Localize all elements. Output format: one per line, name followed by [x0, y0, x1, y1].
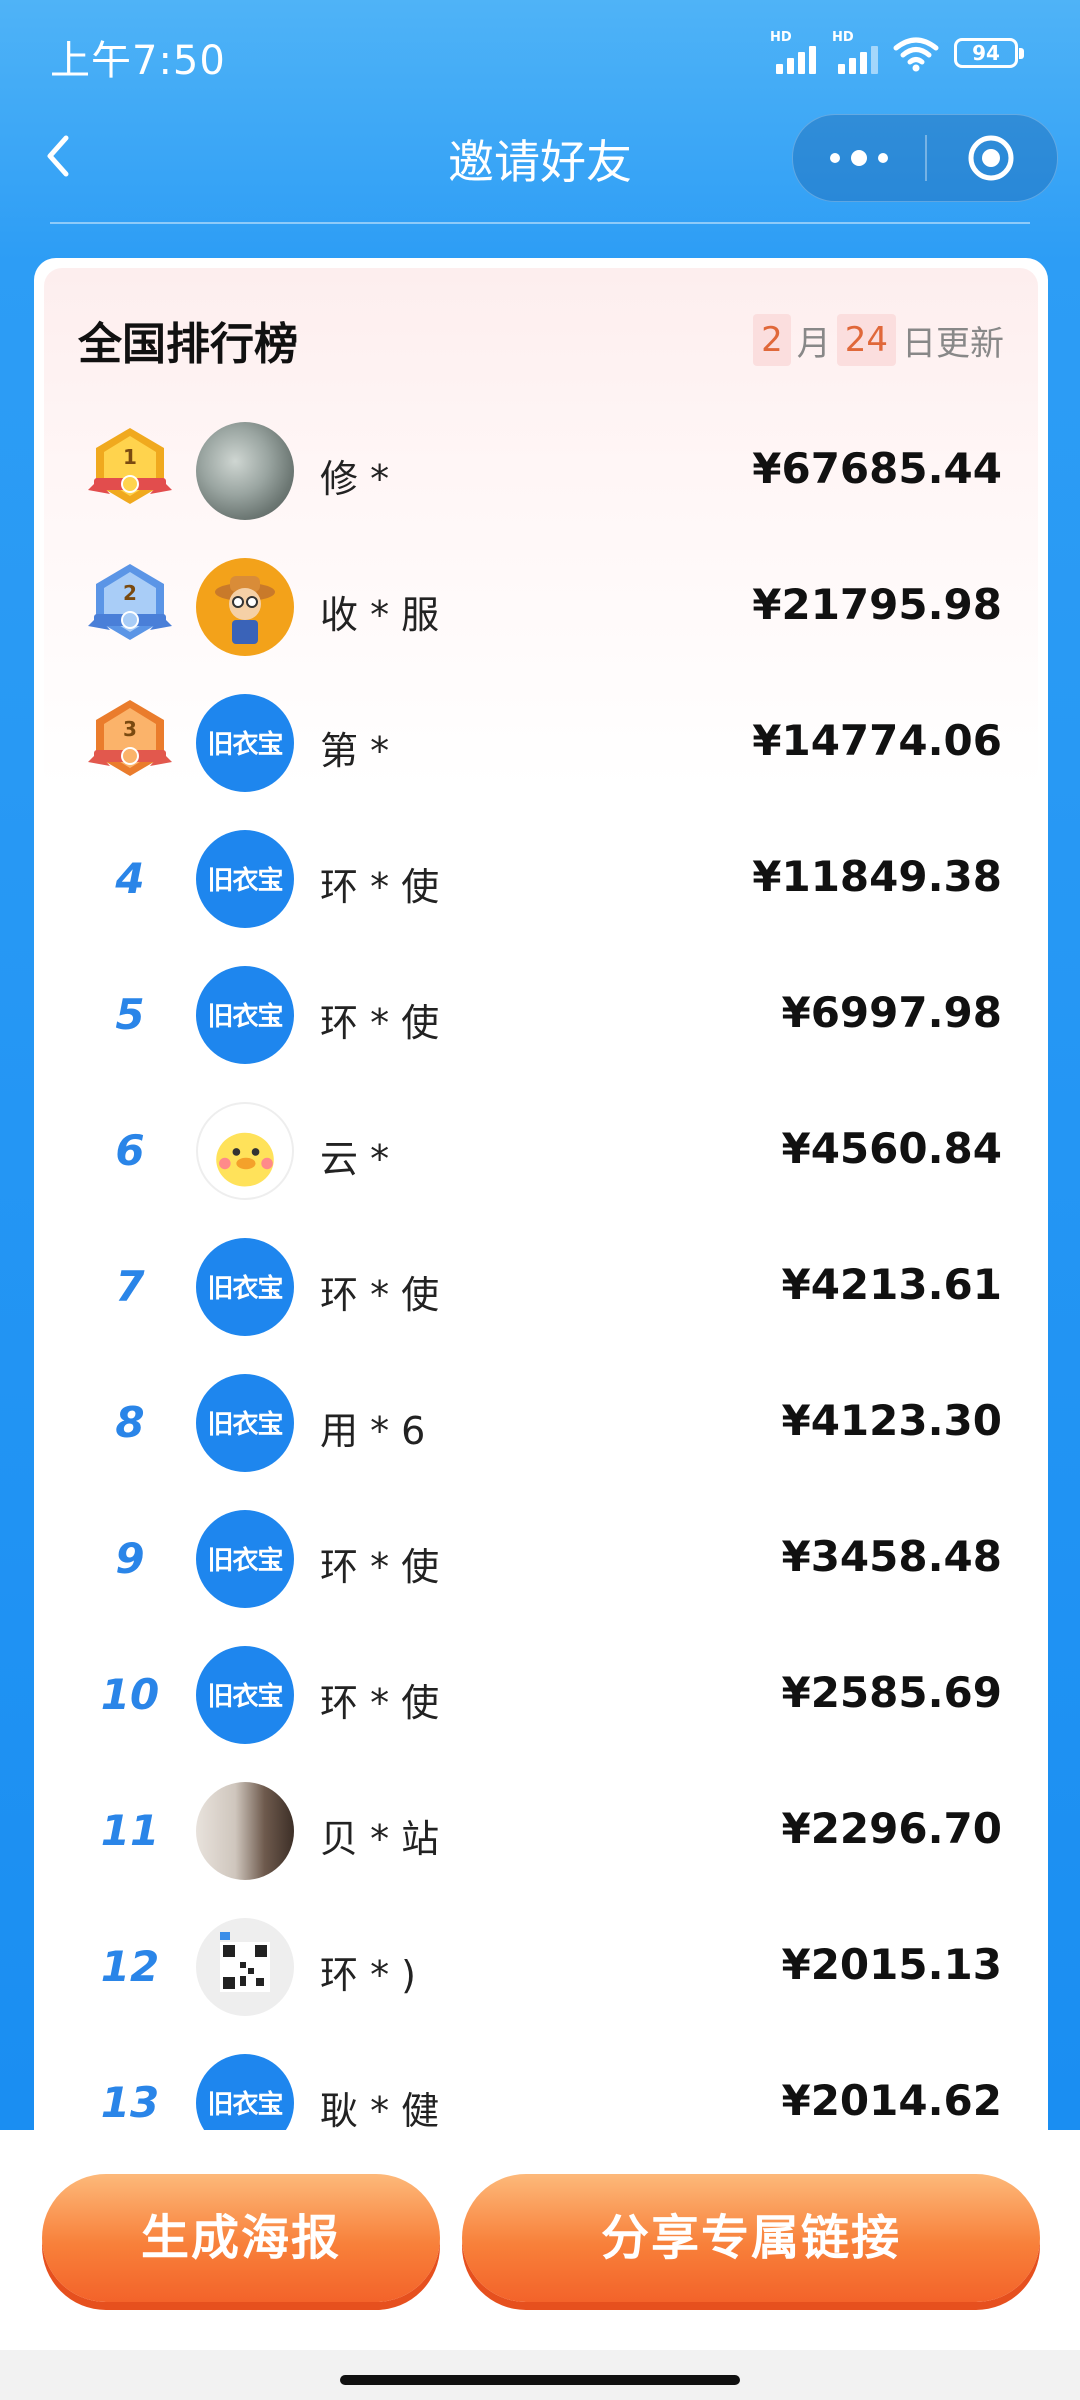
avatar: [196, 1918, 294, 2016]
medal-icon: 3: [88, 700, 172, 776]
avatar: [196, 1102, 294, 1200]
target-close-icon: [968, 135, 1014, 181]
medal-rank: 3: [123, 717, 137, 741]
rank-number: 4: [115, 854, 145, 903]
rank-number: 13: [100, 2078, 160, 2127]
qr-code-icon: [220, 1932, 270, 1992]
medal-rank: 2: [123, 581, 137, 605]
status-bar: 上午7:50 HD HD 94: [0, 0, 1080, 110]
brand-logo-text: 旧衣宝: [207, 1546, 283, 1576]
close-button[interactable]: [927, 115, 1057, 201]
avatar: [196, 1782, 294, 1880]
user-name: 环 * 使: [320, 1681, 440, 1725]
earnings-amount: ¥4123.30: [781, 1396, 1002, 1445]
avatar: [196, 558, 294, 656]
rank-number: 10: [100, 1670, 160, 1719]
avatar: 旧衣宝: [196, 1374, 294, 1472]
rank-number: 11: [100, 1806, 160, 1855]
home-indicator[interactable]: [340, 2375, 740, 2385]
brand-logo-text: 旧衣宝: [207, 2090, 283, 2120]
avatar: 旧衣宝: [196, 830, 294, 928]
leaderboard-row: 9 旧衣宝 环 * 使 ¥3458.48: [34, 1498, 1048, 1618]
rank-number: 5: [115, 990, 145, 1039]
update-day: 24: [836, 314, 896, 366]
rank-number: 8: [115, 1398, 145, 1447]
avatar: 旧衣宝: [196, 1510, 294, 1608]
earnings-amount: ¥2296.70: [781, 1804, 1002, 1853]
more-button[interactable]: [793, 115, 925, 201]
brand-logo-text: 旧衣宝: [207, 1274, 283, 1304]
medal-rank: 1: [123, 445, 137, 469]
user-name: 环 * ): [320, 1953, 416, 1997]
earnings-amount: ¥2015.13: [781, 1940, 1002, 1989]
leaderboard-row: 5 旧衣宝 环 * 使 ¥6997.98: [34, 954, 1048, 1074]
user-name: 环 * 使: [320, 1001, 440, 1045]
earnings-amount: ¥3458.48: [781, 1532, 1002, 1581]
share-link-button[interactable]: 分享专属链接: [462, 2174, 1040, 2302]
avatar: [196, 422, 294, 520]
user-name: 收 * 服: [320, 593, 440, 637]
earnings-amount: ¥2014.62: [781, 2076, 1002, 2125]
status-time: 上午7:50: [50, 38, 226, 84]
brand-logo-text: 旧衣宝: [207, 730, 283, 760]
brand-logo-text: 旧衣宝: [207, 1410, 283, 1440]
leaderboard-row: 12 环 * ) ¥2015.13: [34, 1906, 1048, 2026]
rank-number: 9: [115, 1534, 145, 1583]
miniprogram-capsule: [792, 114, 1058, 202]
earnings-amount: ¥14774.06: [752, 716, 1002, 765]
user-name: 修 *: [320, 457, 390, 501]
leaderboard-row: 7 旧衣宝 环 * 使 ¥4213.61: [34, 1226, 1048, 1346]
rank-number: 6: [115, 1126, 145, 1175]
brand-logo-text: 旧衣宝: [207, 1002, 283, 1032]
duck-cartoon-icon: [216, 1132, 274, 1187]
more-dots-icon: [830, 150, 888, 166]
brand-logo-text: 旧衣宝: [207, 1682, 283, 1712]
leaderboard-row: 11 贝 * 站 ¥2296.70: [34, 1770, 1048, 1890]
battery-indicator: 94: [954, 38, 1024, 68]
leaderboard-row: 8 旧衣宝 用 * 6 ¥4123.30: [34, 1362, 1048, 1482]
leaderboard-row: 10 旧衣宝 环 * 使 ¥2585.69: [34, 1634, 1048, 1754]
update-month: 2: [753, 314, 791, 366]
leaderboard-row: 6 云 * ¥4560.84: [34, 1090, 1048, 1210]
user-name: 贝 * 站: [320, 1817, 440, 1861]
leaderboard-title: 全国排行榜: [78, 319, 298, 370]
user-name: 环 * 使: [320, 865, 440, 909]
earnings-amount: ¥67685.44: [752, 444, 1002, 493]
user-name: 云 *: [320, 1137, 390, 1181]
user-name: 环 * 使: [320, 1545, 440, 1589]
update-date: 2 月 24 日更新: [753, 314, 1004, 366]
leaderboard-row: 3 旧衣宝 第 * ¥14774.06: [34, 682, 1048, 802]
avatar: 旧衣宝: [196, 694, 294, 792]
farmer-cartoon-icon: [215, 576, 275, 644]
generate-poster-button[interactable]: 生成海报: [42, 2174, 440, 2302]
earnings-amount: ¥4213.61: [781, 1260, 1002, 1309]
earnings-amount: ¥6997.98: [781, 988, 1002, 1037]
user-name: 第 *: [320, 729, 390, 773]
rank-number: 7: [115, 1262, 145, 1311]
user-name: 环 * 使: [320, 1273, 440, 1317]
leaderboard-row: 1 修 * ¥67685.44: [34, 410, 1048, 530]
medal-icon: 2: [88, 564, 172, 640]
earnings-amount: ¥2585.69: [781, 1668, 1002, 1717]
user-name: 耿 * 健: [320, 2089, 440, 2133]
brand-logo-text: 旧衣宝: [207, 866, 283, 896]
user-name: 用 * 6: [320, 1409, 426, 1453]
avatar: 旧衣宝: [196, 1646, 294, 1744]
rank-number: 12: [100, 1942, 160, 1991]
avatar: 旧衣宝: [196, 1238, 294, 1336]
leaderboard-card: 全国排行榜 2 月 24 日更新 1 修 * ¥67685.44 2 收 * 服…: [34, 258, 1048, 2158]
avatar: 旧衣宝: [196, 966, 294, 1064]
wifi-icon: [893, 37, 939, 72]
medal-icon: 1: [88, 428, 172, 504]
leaderboard-row: 2 收 * 服 ¥21795.98: [34, 546, 1048, 666]
nav-divider: [50, 222, 1030, 224]
earnings-amount: ¥11849.38: [752, 852, 1002, 901]
earnings-amount: ¥4560.84: [781, 1124, 1002, 1173]
leaderboard-row: 4 旧衣宝 环 * 使 ¥11849.38: [34, 818, 1048, 938]
earnings-amount: ¥21795.98: [752, 580, 1002, 629]
